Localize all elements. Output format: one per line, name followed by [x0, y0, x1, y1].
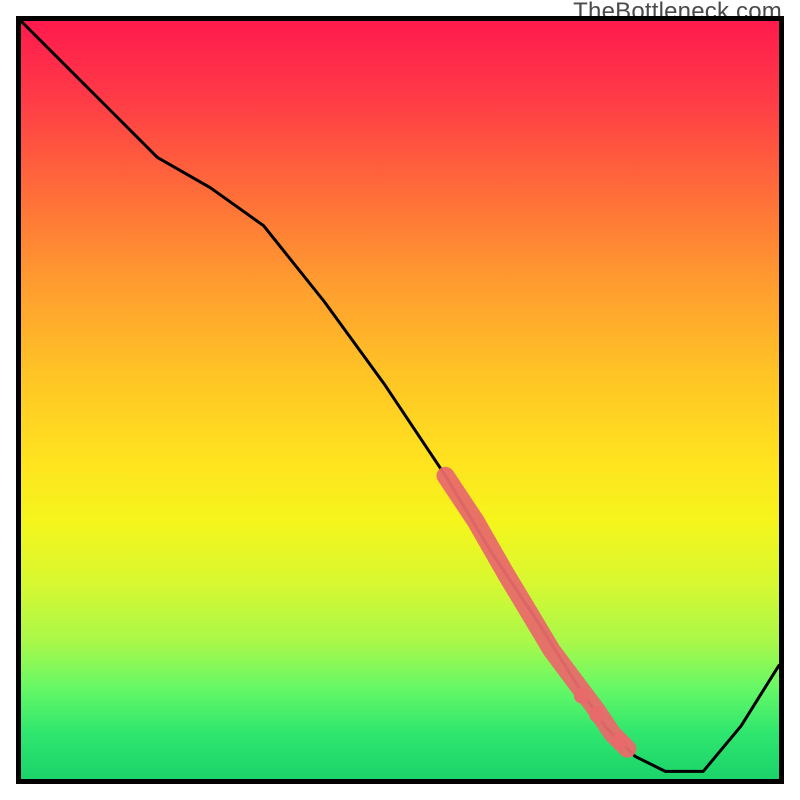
- bottleneck-curve: [21, 21, 779, 771]
- chart-container: TheBottleneck.com: [0, 0, 800, 800]
- salmon-dot: [589, 707, 605, 723]
- chart-svg: [21, 21, 779, 779]
- salmon-dots-group: [574, 688, 628, 750]
- salmon-dot: [612, 733, 628, 749]
- salmon-dot: [574, 688, 590, 704]
- plot-area: [16, 16, 784, 784]
